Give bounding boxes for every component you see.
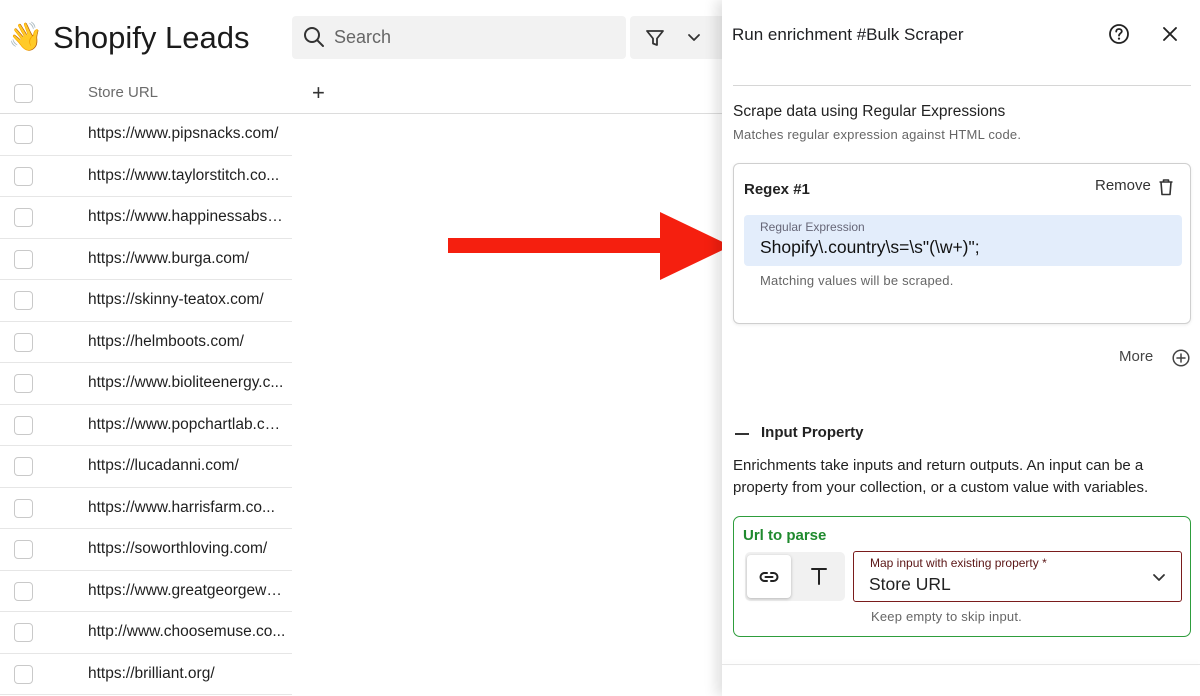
regex-input[interactable]: Shopify\.country\s=\s"(\w+)";	[760, 237, 980, 258]
store-url-cell[interactable]: https://brilliant.org/	[88, 665, 286, 683]
section-description: Matches regular expression against HTML …	[733, 127, 1022, 142]
table-row[interactable]: https://www.happinessabsc...	[0, 197, 292, 239]
regex-field[interactable]: Regular Expression Shopify\.country\s=\s…	[744, 215, 1182, 266]
input-property-description: Enrichments take inputs and return outpu…	[733, 457, 1149, 496]
panel-title: Run enrichment #Bulk Scraper	[732, 25, 964, 44]
store-url-cell[interactable]: https://helmboots.com/	[88, 333, 286, 351]
store-url-cell[interactable]: http://www.choosemuse.co...	[88, 623, 286, 641]
row-checkbox[interactable]	[14, 332, 33, 352]
store-url-cell[interactable]: https://www.bioliteenergy.c...	[88, 374, 286, 392]
table-row[interactable]: https://www.greatgeorgewa...	[0, 571, 292, 612]
collapse-icon[interactable]	[735, 433, 749, 435]
search-icon	[303, 26, 325, 53]
arrow-head	[660, 212, 731, 280]
map-select-label: Map input with existing property *	[870, 556, 1047, 570]
row-checkbox[interactable]	[14, 415, 33, 435]
table-row[interactable]: https://www.popchartlab.co...	[0, 405, 292, 446]
row-checkbox[interactable]	[14, 498, 33, 518]
store-url-cell[interactable]: https://lucadanni.com/	[88, 457, 286, 475]
store-url-cell[interactable]: https://skinny-teatox.com/	[88, 291, 286, 309]
row-checkbox[interactable]	[14, 249, 33, 269]
select-all-checkbox[interactable]	[14, 84, 33, 103]
filter-control[interactable]	[630, 16, 722, 59]
regex-title: Regex #1	[744, 181, 810, 198]
table-row[interactable]: https://www.taylorstitch.co...	[0, 156, 292, 197]
store-url-cell[interactable]: https://www.happinessabsc...	[88, 208, 286, 226]
chevron-down-icon[interactable]	[686, 29, 702, 50]
table-row[interactable]: https://brilliant.org/	[0, 654, 292, 695]
divider	[733, 85, 1191, 86]
map-select-value[interactable]: Store URL	[869, 574, 951, 595]
store-url-cell[interactable]: https://www.harrisfarm.co...	[88, 499, 286, 517]
row-checkbox[interactable]	[14, 457, 33, 476]
table-row[interactable]: https://soworthloving.com/	[0, 529, 292, 571]
table-row[interactable]: https://www.harrisfarm.co...	[0, 488, 292, 529]
row-checkbox[interactable]	[14, 540, 33, 559]
link-icon	[759, 572, 779, 582]
row-checkbox[interactable]	[14, 374, 33, 393]
leads-table: Store URL + https://www.pipsnacks.com/ht…	[0, 73, 722, 695]
url-to-parse-card: Url to parse Map input with existing pro…	[733, 516, 1191, 637]
arrow-shaft	[448, 238, 663, 253]
regex-card: Regex #1 Remove Regular Expression Shopi…	[733, 163, 1191, 324]
waving-hand-icon: 👋	[8, 21, 43, 52]
remove-button[interactable]: Remove	[1095, 177, 1151, 194]
row-checkbox[interactable]	[14, 125, 33, 144]
table-row[interactable]: https://www.burga.com/	[0, 239, 292, 280]
page-title: Shopify Leads	[53, 20, 250, 55]
search-box[interactable]	[292, 16, 626, 59]
store-url-cell[interactable]: https://www.burga.com/	[88, 250, 286, 268]
table-row[interactable]: https://skinny-teatox.com/	[0, 280, 292, 322]
column-header-store-url[interactable]: Store URL	[88, 84, 158, 101]
store-url-cell[interactable]: https://www.greatgeorgewa...	[88, 582, 286, 600]
row-checkbox[interactable]	[14, 208, 33, 227]
add-column-button[interactable]: +	[312, 81, 325, 105]
row-checkbox[interactable]	[14, 166, 33, 186]
row-checkbox[interactable]	[14, 623, 33, 642]
table-row[interactable]: https://www.pipsnacks.com/	[0, 114, 292, 156]
text-icon	[811, 568, 827, 585]
search-input[interactable]	[334, 16, 614, 59]
text-mode-button[interactable]	[797, 555, 841, 598]
url-card-title: Url to parse	[743, 527, 827, 544]
section-title: Scrape data using Regular Expressions	[733, 103, 1006, 120]
store-url-cell[interactable]: https://www.taylorstitch.co...	[88, 167, 286, 185]
regex-helper-text: Matching values will be scraped.	[760, 273, 954, 288]
store-url-cell[interactable]: https://www.popchartlab.co...	[88, 416, 286, 434]
enrichment-panel: Run enrichment #Bulk Scraper Scrape data…	[722, 0, 1200, 696]
help-icon[interactable]	[1108, 23, 1130, 45]
more-button[interactable]: More	[1119, 348, 1153, 365]
table-header: Store URL +	[0, 73, 722, 114]
store-url-cell[interactable]: https://www.pipsnacks.com/	[88, 125, 286, 143]
close-icon[interactable]	[1159, 23, 1181, 45]
table-row[interactable]: https://helmboots.com/	[0, 322, 292, 363]
input-property-title[interactable]: Input Property	[761, 424, 864, 441]
map-property-select[interactable]: Map input with existing property * Store…	[853, 551, 1182, 602]
row-checkbox[interactable]	[14, 581, 33, 601]
app-header: 👋 Shopify Leads	[0, 0, 722, 76]
filter-icon[interactable]	[644, 27, 666, 54]
row-checkbox[interactable]	[14, 664, 33, 684]
panel-footer-divider	[722, 664, 1200, 665]
map-helper-text: Keep empty to skip input.	[871, 609, 1022, 624]
table-row[interactable]: https://lucadanni.com/	[0, 446, 292, 488]
regex-field-label: Regular Expression	[760, 220, 865, 234]
arrow-annotation-icon	[448, 212, 731, 280]
store-url-cell[interactable]: https://soworthloving.com/	[88, 540, 286, 558]
input-mode-toggle[interactable]	[745, 552, 845, 601]
row-checkbox[interactable]	[14, 291, 33, 310]
trash-icon[interactable]	[1158, 178, 1174, 201]
table-body: https://www.pipsnacks.com/https://www.ta…	[0, 114, 722, 695]
link-mode-button[interactable]	[747, 555, 791, 598]
table-row[interactable]: http://www.choosemuse.co...	[0, 612, 292, 654]
table-row[interactable]: https://www.bioliteenergy.c...	[0, 363, 292, 405]
chevron-down-icon[interactable]	[1151, 569, 1167, 590]
add-circle-icon[interactable]	[1172, 349, 1190, 372]
